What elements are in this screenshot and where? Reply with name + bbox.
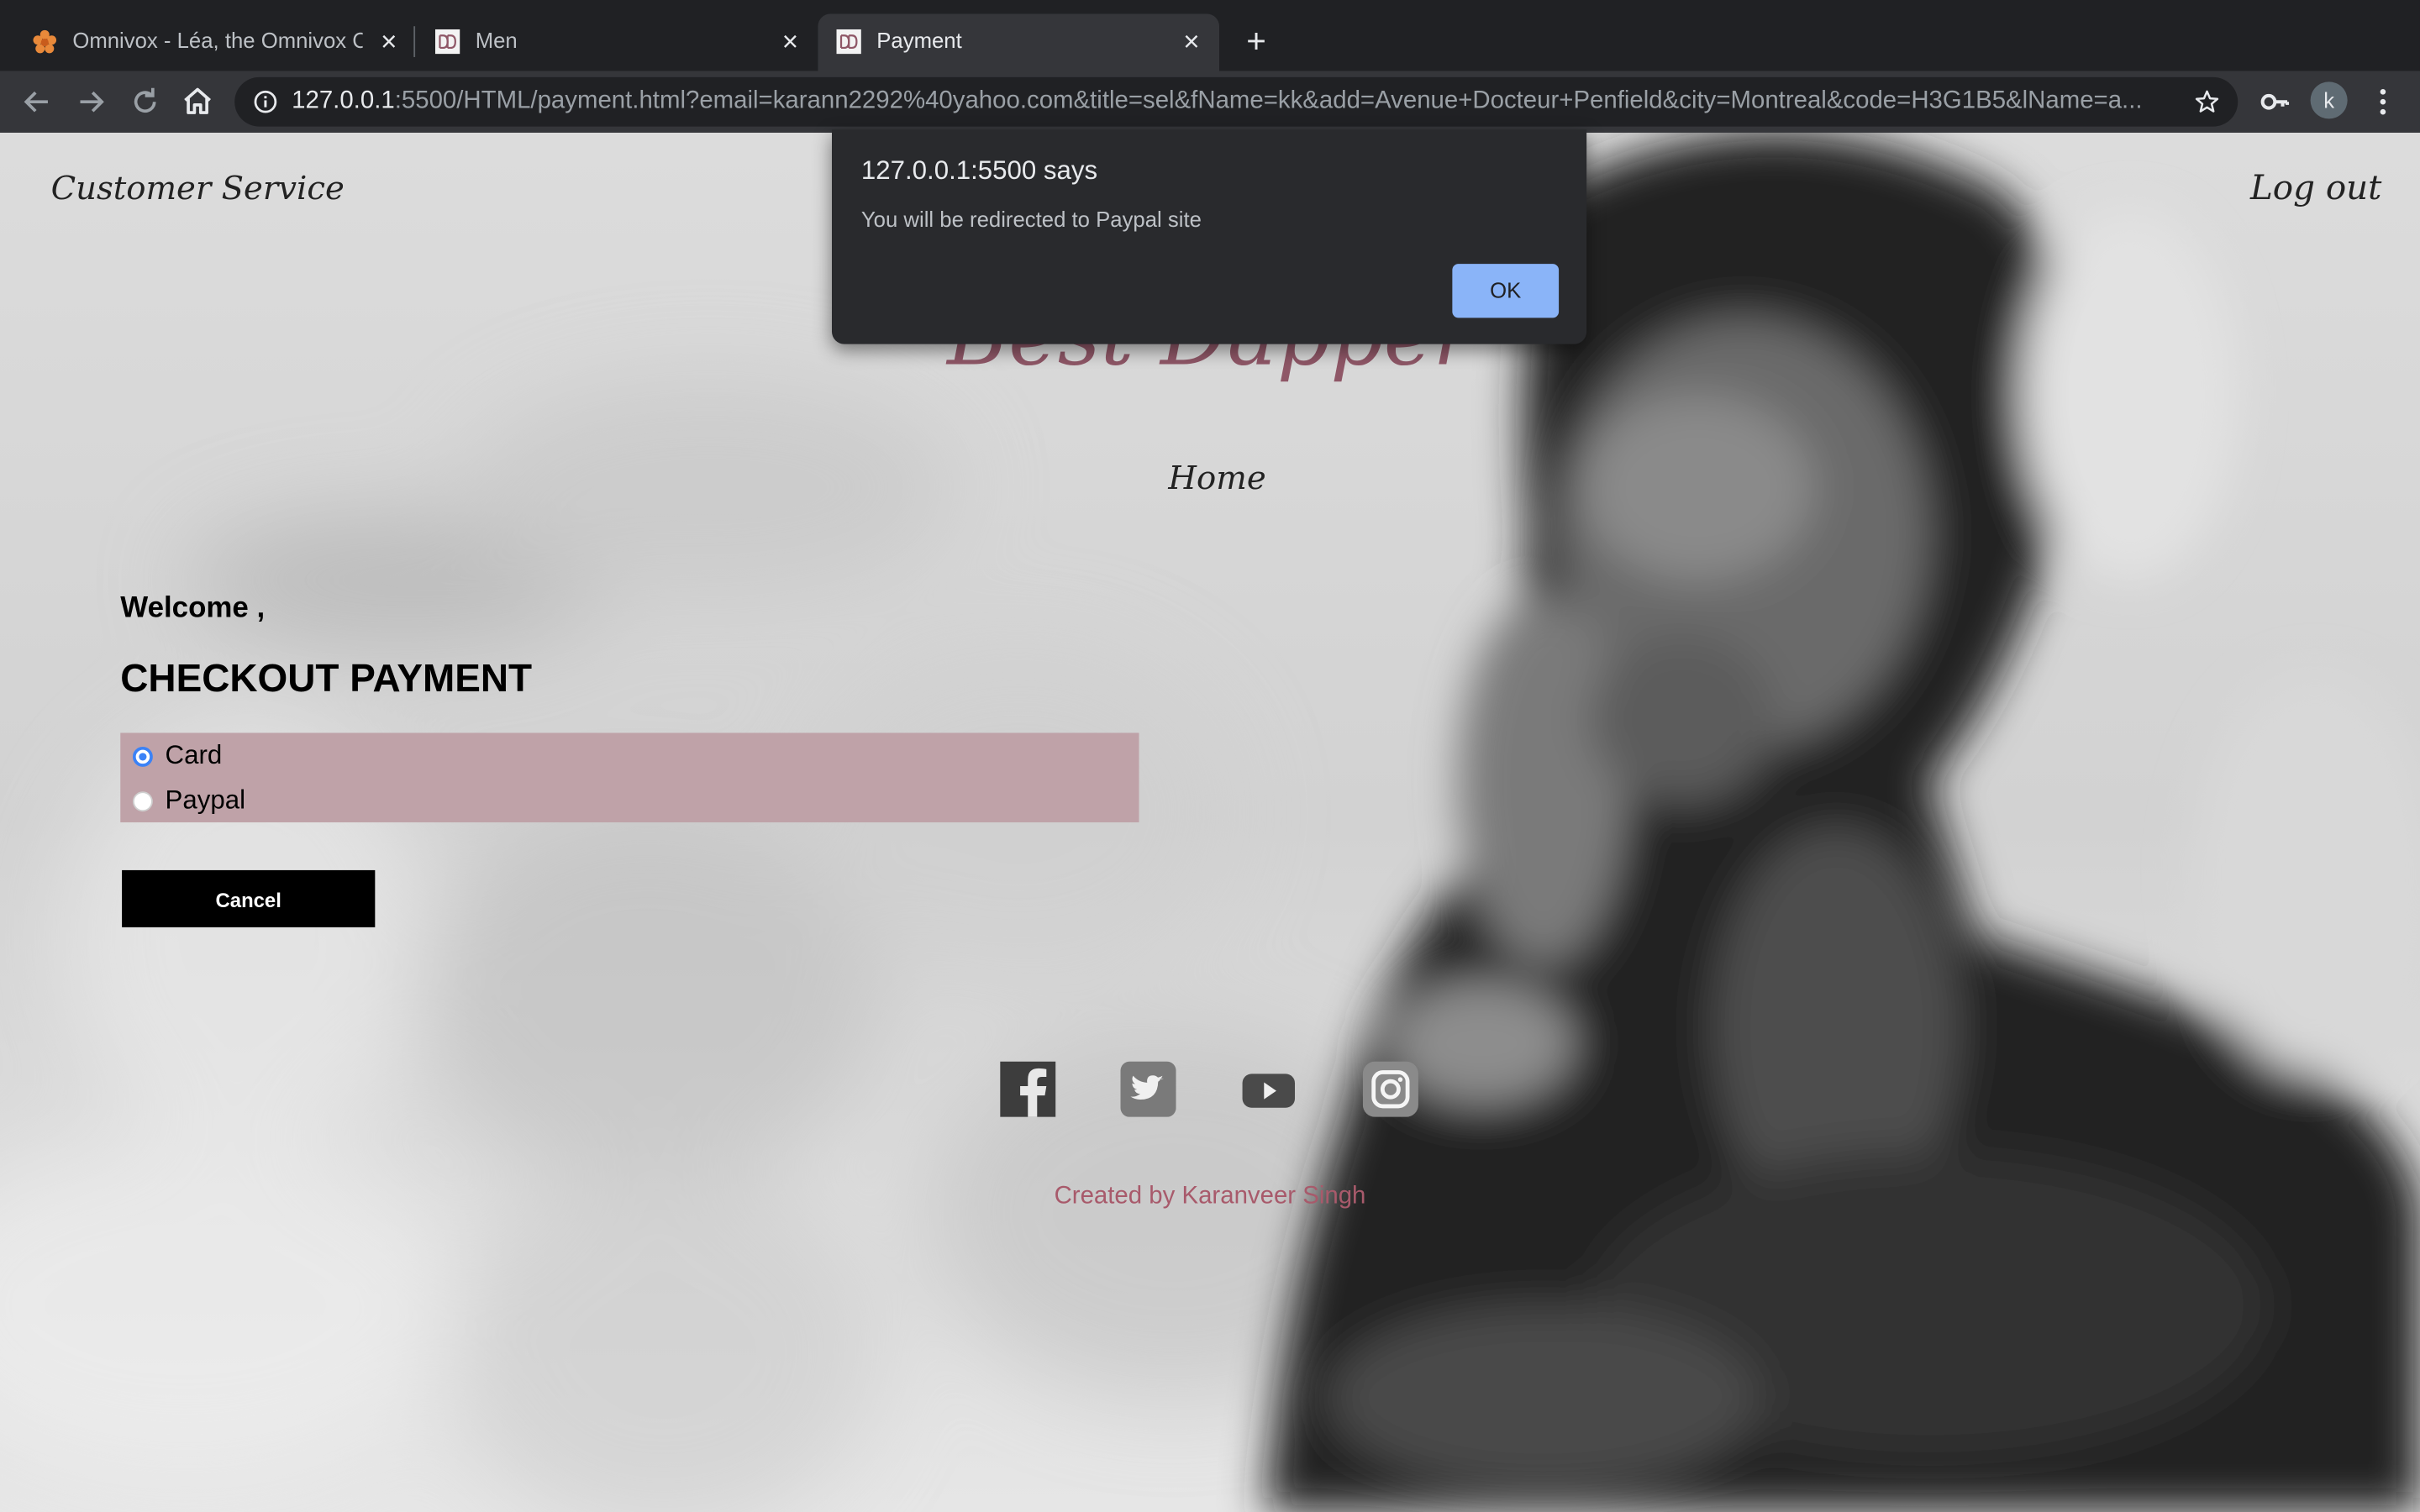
footer-credit: Created by Karanveer Singh [1054, 1183, 1366, 1210]
twitter-icon[interactable] [1120, 1061, 1176, 1117]
logout-link[interactable]: Log out [2250, 170, 2381, 208]
flower-icon [33, 29, 57, 54]
paypal-radio[interactable] [132, 790, 153, 811]
payment-option-card[interactable]: Card [132, 739, 223, 773]
welcome-text: Welcome , [120, 592, 266, 625]
dialog-title: 127.0.0.1:5500 says [860, 155, 1098, 186]
tab-men[interactable]: Men × [417, 14, 812, 71]
dialog-message: You will be redirected to Paypal site [860, 207, 1202, 232]
tab-divider [413, 26, 416, 57]
radio-label: Paypal [165, 785, 246, 815]
home-link[interactable]: Home [1168, 459, 1265, 496]
payment-option-paypal[interactable]: Paypal [132, 784, 246, 817]
url-host: 127.0.0.1 [292, 87, 395, 114]
page-title: CHECKOUT PAYMENT [120, 657, 533, 701]
more-menu-icon[interactable] [2365, 83, 2402, 120]
browser-window: Omnivox - Léa, the Omnivox Cl × Men × Pa… [0, 0, 2420, 1512]
instagram-icon[interactable] [1362, 1061, 1418, 1117]
close-icon[interactable]: × [778, 28, 802, 55]
forward-arrow-icon[interactable] [72, 83, 109, 120]
home-icon[interactable] [179, 83, 216, 120]
reload-icon[interactable] [127, 83, 164, 120]
tab-payment[interactable]: Payment × [818, 13, 1220, 71]
new-tab-button[interactable]: + [1239, 24, 1273, 58]
tab-title: Omnivox - Léa, the Omnivox Cl [72, 28, 363, 53]
customer-service-link[interactable]: Customer Service [51, 170, 345, 207]
tab-strip: Omnivox - Léa, the Omnivox Cl × Men × Pa… [0, 0, 2420, 75]
payment-method-group: Card Paypal [120, 732, 1139, 822]
address-bar[interactable]: 127.0.0.1:5500/HTML/payment.html?email=k… [234, 76, 2238, 127]
url-path: :5500/HTML/payment.html?email=karann2292… [394, 87, 2143, 114]
browser-toolbar: 127.0.0.1:5500/HTML/payment.html?email=k… [0, 71, 2420, 133]
radio-label: Card [165, 740, 223, 770]
key-icon[interactable] [2256, 83, 2293, 120]
dd-logo-icon [434, 29, 460, 55]
tab-title: Men [475, 28, 518, 53]
url-text[interactable]: 127.0.0.1:5500/HTML/payment.html?email=k… [292, 88, 2175, 116]
cancel-button[interactable]: Cancel [122, 869, 376, 927]
info-icon[interactable] [253, 90, 277, 114]
facebook-icon[interactable] [1000, 1061, 1056, 1117]
youtube-icon[interactable] [1241, 1062, 1297, 1117]
ok-button[interactable]: OK [1452, 264, 1560, 318]
card-radio[interactable] [132, 746, 153, 766]
dd-logo-icon [836, 29, 861, 55]
bookmark-star-icon[interactable] [2193, 88, 2221, 116]
tab-title: Payment [876, 28, 962, 53]
close-icon[interactable]: × [1179, 28, 1203, 55]
alert-dialog: 127.0.0.1:5500 says You will be redirect… [831, 129, 1587, 344]
profile-avatar[interactable]: k [2310, 81, 2348, 119]
tab-omnivox[interactable]: Omnivox - Léa, the Omnivox Cl × [13, 14, 411, 71]
close-icon[interactable]: × [376, 28, 401, 55]
back-arrow-icon[interactable] [18, 83, 55, 120]
